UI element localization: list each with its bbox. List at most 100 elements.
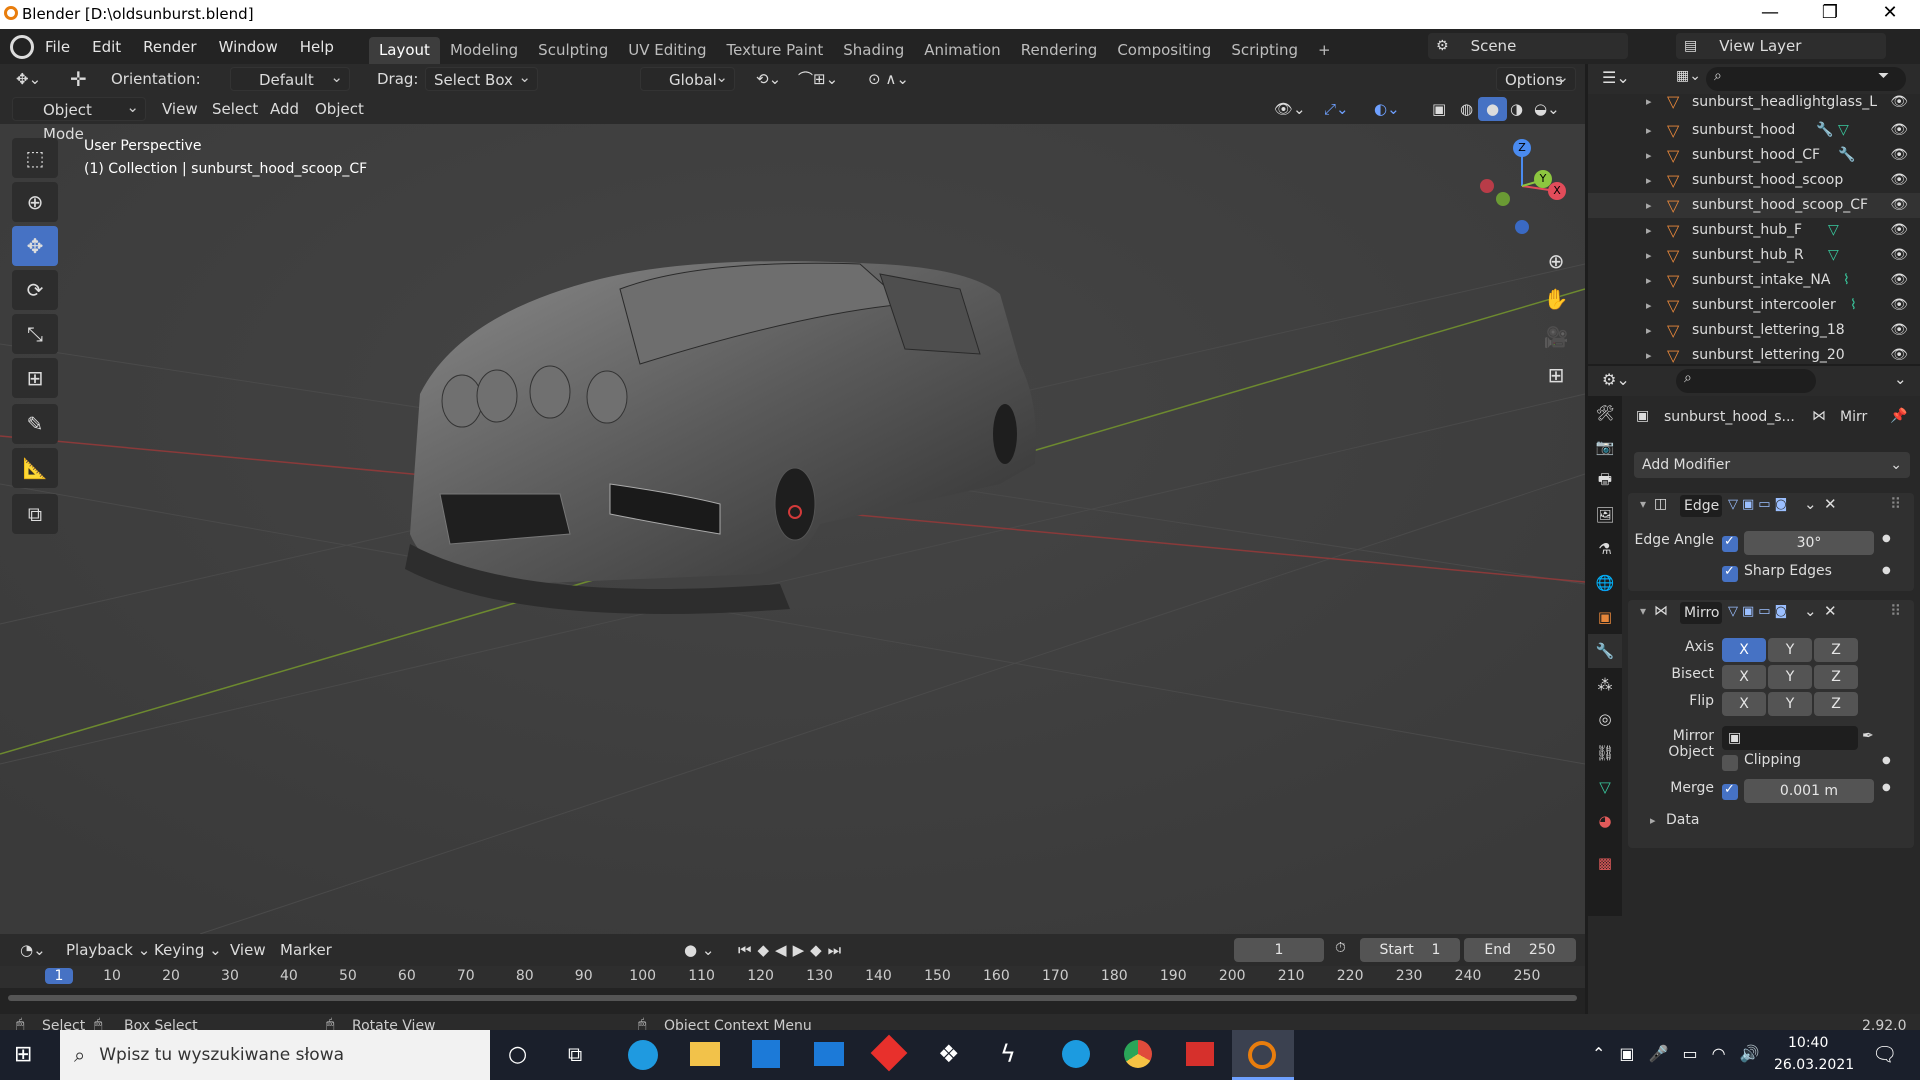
visibility-eye-icon[interactable]: 👁 — [1890, 268, 1908, 293]
zoom-icon[interactable]: ⊕ — [1540, 242, 1572, 280]
camera-view-icon[interactable]: 🎥 — [1540, 318, 1572, 356]
gizmo-x-axis[interactable]: X — [1548, 182, 1566, 200]
mirror-object-field[interactable]: ▣ — [1722, 726, 1858, 750]
outliner-row[interactable]: ▸ ▽ sunburst_intake_NA ⌇ 👁 — [1588, 268, 1920, 293]
collapse-triangle-icon[interactable]: ▾ — [1640, 497, 1646, 511]
maximize-button[interactable]: ❐ — [1810, 2, 1850, 23]
outliner-row[interactable]: ▸ ▽ sunburst_lettering_18 👁 — [1588, 318, 1920, 343]
system-tray-icons[interactable]: ⌃▣🎤▭◠🔊 — [1592, 1044, 1773, 1063]
scene-selector[interactable]: ⚙ Scene — [1428, 33, 1628, 59]
data-subpanel-label[interactable]: Data — [1666, 812, 1699, 828]
navigation-gizmo[interactable]: Z X Y — [1470, 136, 1570, 236]
taskbar-search-box[interactable]: ⌕ Wpisz tu wyszukiwane słowa — [60, 1030, 490, 1080]
app-red-icon[interactable] — [1186, 1042, 1214, 1066]
merge-distance-field[interactable]: 0.001 m — [1744, 779, 1874, 803]
properties-search-input[interactable] — [1676, 369, 1816, 393]
xray-toggle-icon[interactable]: ▣ — [1424, 97, 1454, 121]
constraints-tab-icon[interactable]: ⛓ — [1588, 736, 1622, 770]
3d-viewport[interactable] — [0, 64, 1585, 934]
flip-y-toggle[interactable]: Y — [1768, 692, 1812, 716]
bisect-y-toggle[interactable]: Y — [1768, 665, 1812, 689]
axis-y-toggle[interactable]: Y — [1768, 638, 1812, 662]
tab-texture-paint[interactable]: Texture Paint — [716, 37, 833, 64]
store-icon[interactable] — [752, 1040, 780, 1068]
axis-z-toggle[interactable]: Z — [1814, 638, 1858, 662]
drag-handle-icon[interactable]: ⠿ — [1890, 602, 1901, 620]
render-tab-icon[interactable]: 📷 — [1588, 430, 1622, 464]
modifier-visibility-toggles[interactable]: ▽▣▭◙ — [1728, 497, 1791, 512]
close-button[interactable]: ✕ — [1870, 2, 1910, 23]
proportional-editing-icon[interactable]: ⊙ ∧⌄ — [860, 67, 917, 91]
edge-angle-checkbox[interactable] — [1722, 534, 1738, 552]
menu-help[interactable]: Help — [289, 32, 345, 62]
keyframe-dot-icon[interactable]: ● — [1882, 782, 1891, 793]
menu-view[interactable]: View — [154, 97, 206, 121]
panel-options-icon[interactable]: ⌄ — [1894, 370, 1907, 388]
outliner-editor-icon[interactable]: ☰⌄ — [1602, 68, 1630, 87]
gizmo-z-axis[interactable]: Z — [1513, 139, 1531, 157]
rotate-tool-icon[interactable]: ⟳ — [12, 270, 58, 310]
pivot-point-icon[interactable]: ⟲⌄ — [748, 67, 789, 91]
collapse-triangle-icon[interactable]: ▾ — [1640, 604, 1646, 618]
orientation-dropdown[interactable]: Default — [230, 65, 350, 91]
cortana-icon[interactable]: ○ — [508, 1042, 527, 1067]
expand-triangle-icon[interactable]: ▸ — [1650, 814, 1656, 827]
mail-icon[interactable] — [814, 1042, 844, 1066]
file-explorer-icon[interactable] — [690, 1042, 720, 1066]
modifier-visibility-toggles[interactable]: ▽▣▭◙ — [1728, 604, 1791, 619]
measure-tool-icon[interactable]: 📐 — [12, 448, 58, 488]
tab-animation[interactable]: Animation — [914, 37, 1010, 64]
edge-split-name-field[interactable]: Edge — [1680, 495, 1722, 517]
drag-handle-icon[interactable]: ⠿ — [1890, 495, 1901, 513]
properties-editor-icon[interactable]: ⚙⌄ — [1602, 370, 1630, 389]
select-box-tool-icon[interactable]: ⬚ — [12, 138, 58, 178]
visibility-icon[interactable]: 👁⌄ — [1266, 97, 1314, 121]
physics-tab-icon[interactable]: ◎ — [1588, 702, 1622, 736]
wireframe-shading-icon[interactable]: ◍ — [1452, 97, 1481, 121]
visibility-eye-icon[interactable]: 👁 — [1890, 243, 1908, 268]
app-bolt-icon[interactable]: ϟ — [1000, 1040, 1016, 1068]
transform-orientation-dropdown[interactable]: Global — [640, 65, 735, 91]
menu-timeline-view[interactable]: View — [222, 938, 274, 962]
menu-window[interactable]: Window — [208, 32, 289, 62]
menu-marker[interactable]: Marker — [272, 938, 340, 962]
edge-browser-icon[interactable] — [628, 1040, 658, 1070]
playback-controls[interactable]: ⏮◆◀▶◆⏭ — [730, 938, 855, 962]
notifications-icon[interactable]: 🗨 — [1872, 1042, 1897, 1066]
outliner-row[interactable]: ▸ ▽ sunburst_hub_F ▽ 👁 — [1588, 218, 1920, 243]
remove-modifier-icon[interactable]: ✕ — [1824, 602, 1837, 620]
menu-file[interactable]: File — [34, 32, 81, 62]
drag-dropdown[interactable]: Select Box — [425, 65, 538, 91]
menu-playback[interactable]: Playback ⌄ — [58, 938, 158, 962]
outliner-row[interactable]: ▸ ▽ sunburst_hood_CF 🔧 👁 — [1588, 143, 1920, 168]
rendered-shading-icon[interactable]: ◒⌄ — [1526, 97, 1568, 121]
axis-x-toggle[interactable]: X — [1722, 638, 1766, 662]
timeline-scrollbar[interactable] — [0, 992, 1585, 1004]
dropbox-icon[interactable]: ❖ — [938, 1040, 960, 1068]
tab-compositing[interactable]: Compositing — [1107, 37, 1221, 64]
bisect-z-toggle[interactable]: Z — [1814, 665, 1858, 689]
visibility-eye-icon[interactable]: 👁 — [1890, 218, 1908, 243]
bisect-x-toggle[interactable]: X — [1722, 665, 1766, 689]
modifier-tab-icon[interactable]: 🔧 — [1588, 634, 1622, 668]
snap-icon[interactable]: ⌒⊞⌄ — [790, 67, 846, 91]
timeline-editor-icon[interactable]: ◔⌄ — [12, 938, 54, 962]
visibility-eye-icon[interactable]: 👁 — [1890, 143, 1908, 168]
world-tab-icon[interactable]: 🌐 — [1588, 566, 1622, 600]
outliner-row[interactable]: ▸ ▽ sunburst_lettering_20 👁 — [1588, 343, 1920, 364]
ortho-grid-icon[interactable]: ⊞ — [1540, 356, 1572, 394]
chevron-down-icon[interactable]: ⌄ — [1804, 602, 1817, 620]
menu-select[interactable]: Select — [204, 97, 266, 121]
tab-uv-editing[interactable]: UV Editing — [618, 37, 716, 64]
menu-render[interactable]: Render — [132, 32, 207, 62]
clipping-checkbox[interactable] — [1722, 755, 1738, 771]
material-tab-icon[interactable]: ◕ — [1588, 804, 1622, 838]
blender-taskbar-button[interactable] — [1232, 1030, 1294, 1080]
windows-start-icon[interactable]: ⊞ — [14, 1042, 32, 1067]
particles-tab-icon[interactable]: ⁂ — [1588, 668, 1622, 702]
overlay-toggle-icon[interactable]: ◐⌄ — [1366, 97, 1408, 121]
remove-modifier-icon[interactable]: ✕ — [1824, 495, 1837, 513]
transform-pivot-icon[interactable]: ✛ — [62, 67, 95, 91]
outliner-row[interactable]: ▸ ▽ sunburst_hood_scoop 👁 — [1588, 168, 1920, 193]
transform-tool-icon[interactable]: ⊞ — [12, 358, 58, 398]
